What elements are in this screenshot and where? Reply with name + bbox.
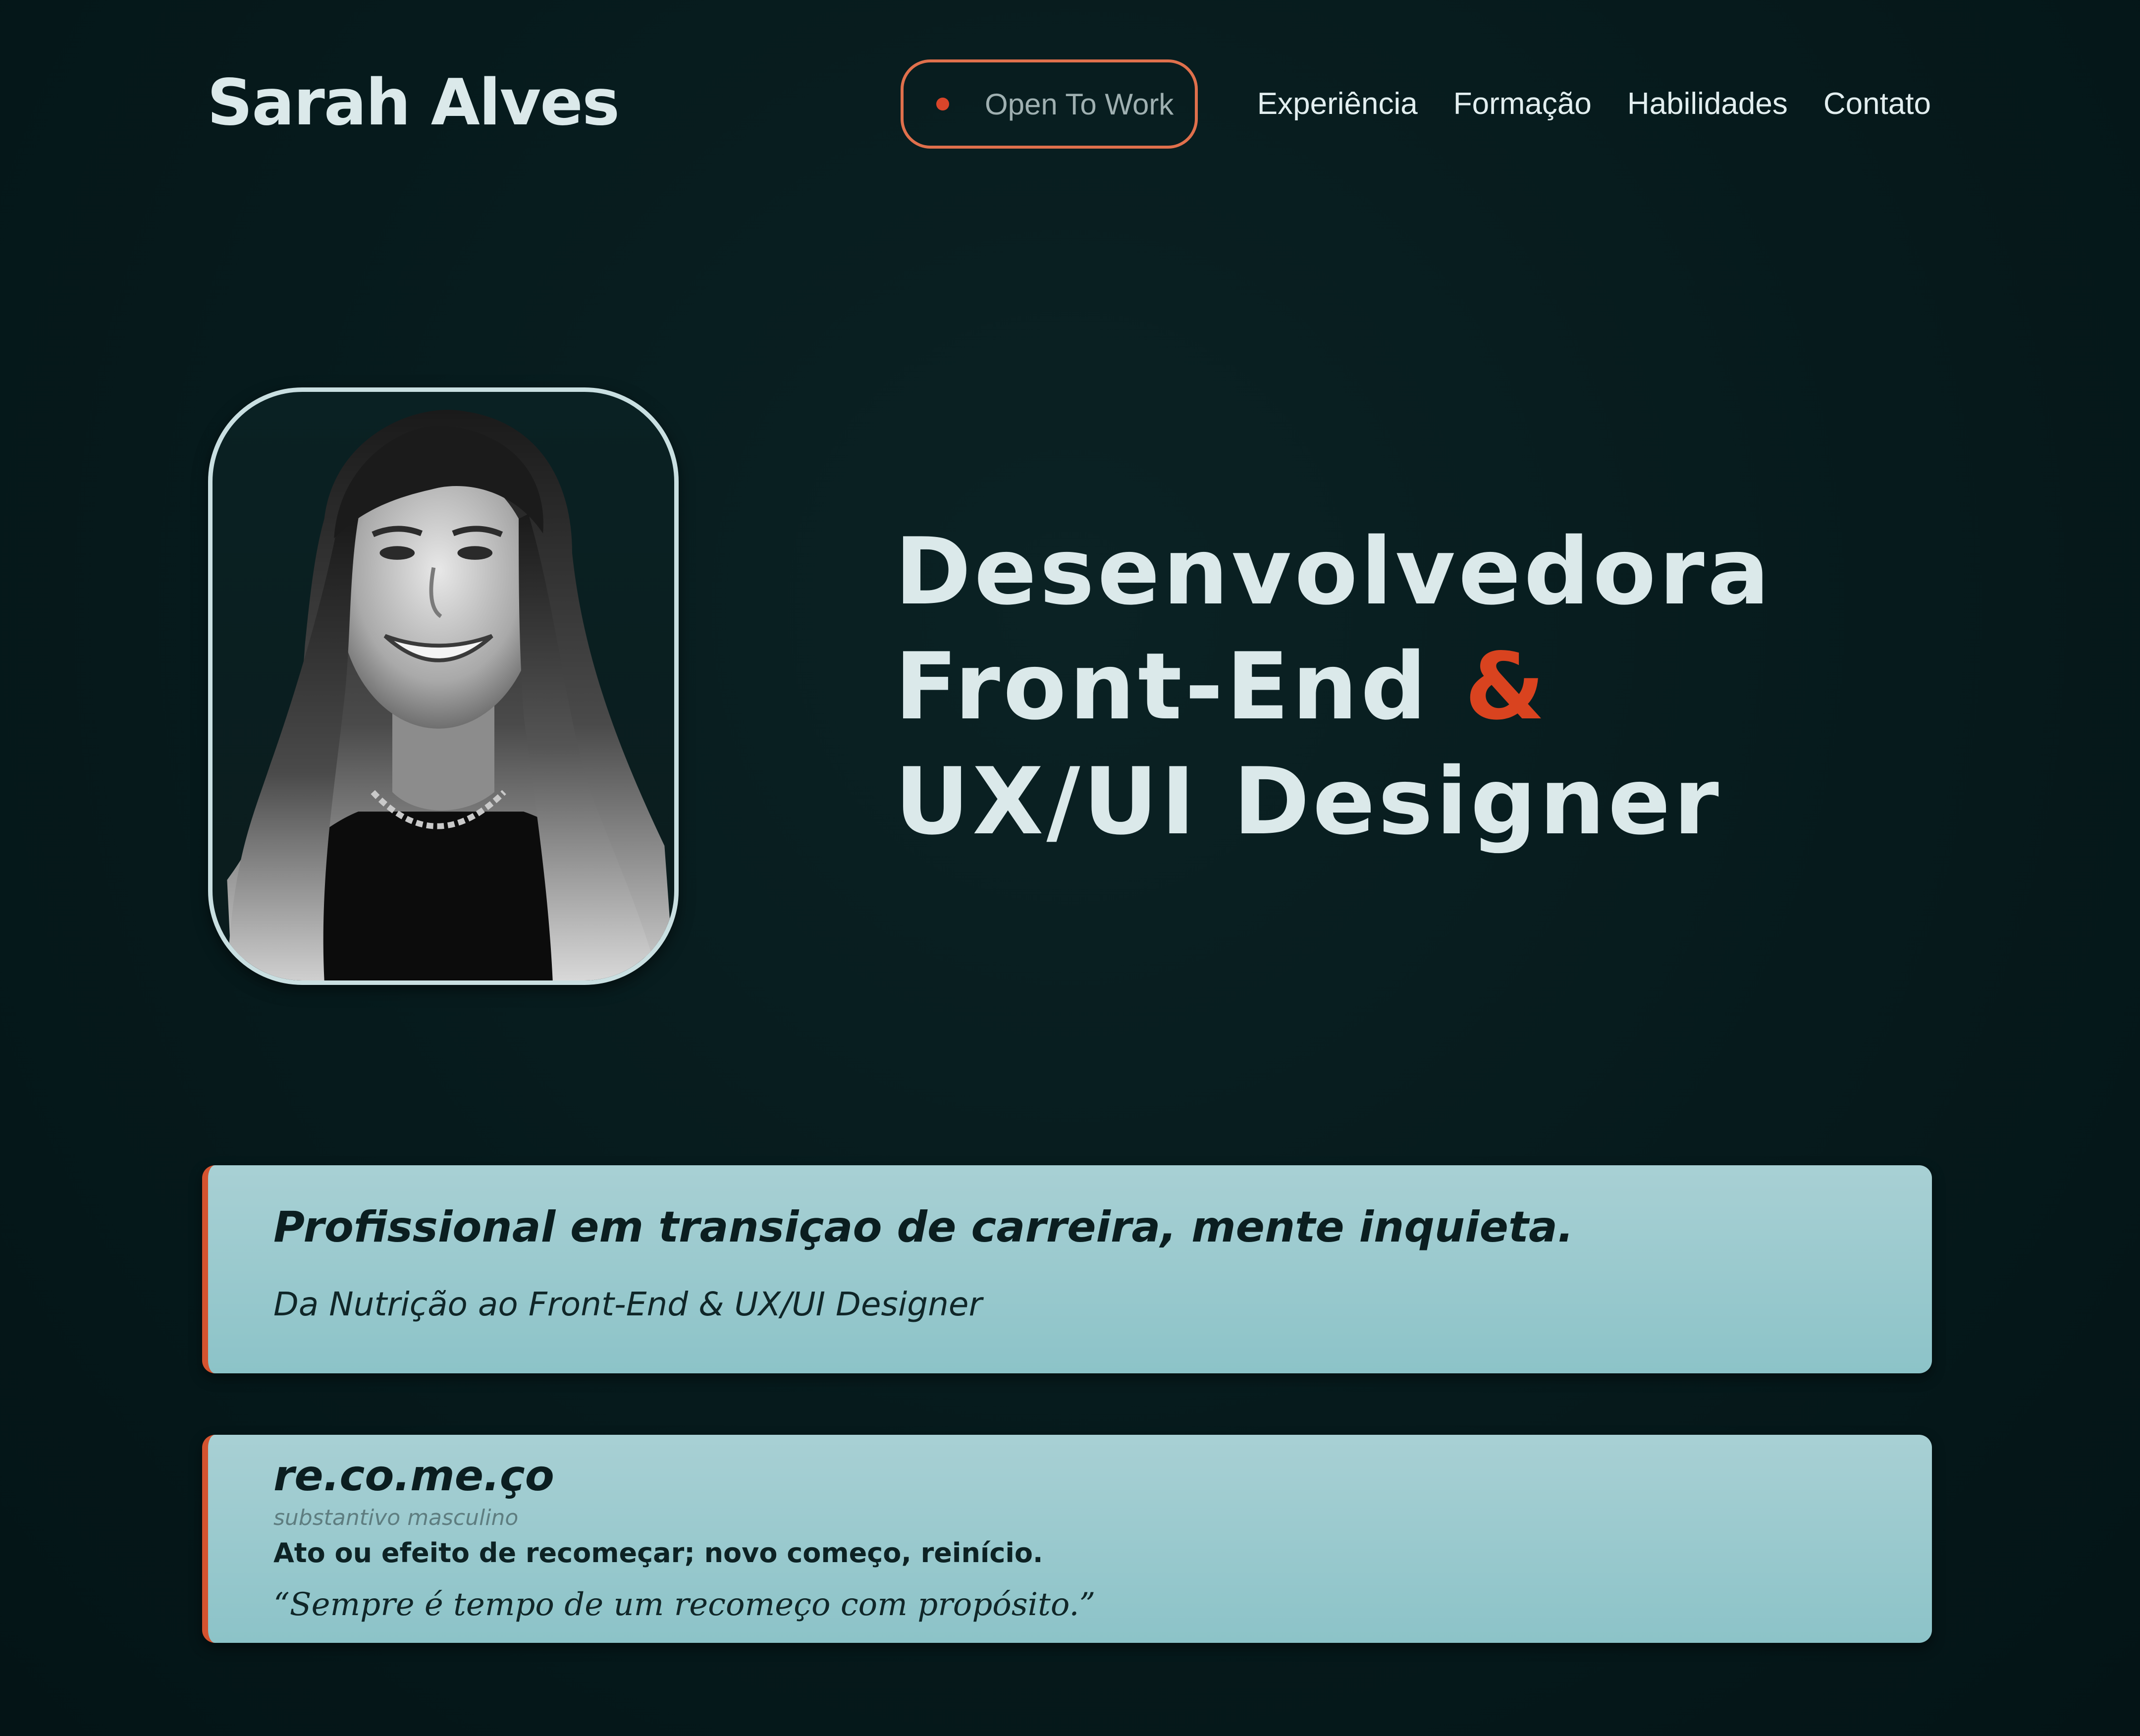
hero-line-2-text: Front-End bbox=[895, 633, 1430, 740]
hero-line-2: Front-End & bbox=[895, 629, 1772, 744]
definition-word: re.co.me.ço bbox=[273, 1451, 554, 1501]
portrait-photo-image bbox=[227, 410, 674, 980]
hero-line-1: Desenvolvedora bbox=[895, 518, 1773, 625]
definition-text: Ato ou efeito de recomeçar; novo começo,… bbox=[273, 1537, 1043, 1569]
hero-line-3: UX/UI Designer bbox=[895, 748, 1722, 855]
hero-heading: Desenvolvedora Front-End & UX/UI Designe… bbox=[895, 514, 1772, 859]
about-card: Profissional em transiçao de carreira, m… bbox=[202, 1165, 1932, 1373]
about-headline: Profissional em transiçao de carreira, m… bbox=[273, 1202, 1574, 1252]
nav-link-experiencia[interactable]: Experiência bbox=[1257, 84, 1418, 124]
hero-ampersand: & bbox=[1464, 633, 1548, 740]
main-nav: Experiência Formação Habilidades Contato bbox=[1257, 84, 1931, 124]
definition-quote: “Sempre é tempo de um recomeço com propó… bbox=[273, 1586, 1096, 1623]
definition-card: re.co.me.ço substantivo masculino Ato ou… bbox=[202, 1435, 1932, 1643]
profile-photo bbox=[208, 387, 679, 985]
status-badge-label: Open To Work bbox=[985, 87, 1174, 121]
nav-link-contato[interactable]: Contato bbox=[1823, 84, 1931, 124]
definition-word-class: substantivo masculino bbox=[273, 1505, 519, 1530]
site-logo[interactable]: Sarah Alves bbox=[207, 63, 620, 143]
nav-link-formacao[interactable]: Formação bbox=[1453, 84, 1592, 124]
open-to-work-badge[interactable]: Open To Work bbox=[901, 59, 1198, 149]
status-dot-icon bbox=[936, 98, 949, 110]
about-subtitle: Da Nutrição ao Front-End & UX/UI Designe… bbox=[273, 1285, 982, 1323]
nav-link-habilidades[interactable]: Habilidades bbox=[1627, 84, 1788, 124]
